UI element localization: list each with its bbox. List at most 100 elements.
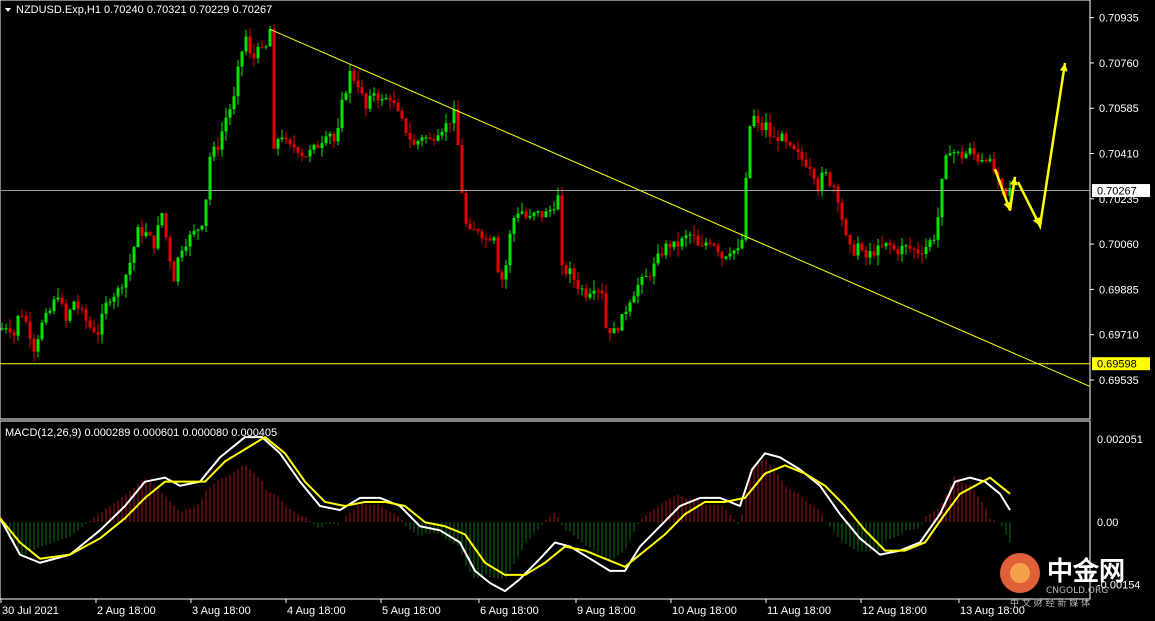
candle	[884, 242, 888, 250]
candle-body	[812, 168, 816, 179]
candle	[988, 154, 992, 163]
candle	[148, 230, 152, 236]
x-tick-label: 12 Aug 18:00	[862, 605, 927, 617]
trendline	[269, 28, 1091, 387]
candle-body	[880, 245, 884, 247]
candle-body	[216, 146, 220, 150]
candle	[288, 137, 292, 148]
candle-body	[516, 213, 520, 218]
candle-body	[656, 253, 660, 264]
candle	[500, 269, 504, 288]
candle	[548, 205, 552, 218]
candle-body	[344, 93, 348, 100]
candle	[484, 232, 488, 249]
candle	[48, 307, 52, 315]
candle	[552, 201, 556, 215]
forecast-arrow-2	[1016, 62, 1067, 231]
candle-body	[688, 234, 692, 236]
candle-body	[532, 212, 536, 216]
candle	[564, 262, 568, 279]
candle-body	[720, 251, 724, 259]
candle	[752, 109, 756, 129]
x-tick-label: 3 Aug 18:00	[192, 605, 251, 617]
candle	[80, 305, 84, 314]
candle-body	[640, 276, 644, 285]
axes-layer: 0.709350.707600.705850.704100.702350.700…	[0, 13, 1143, 617]
candle-body	[568, 268, 572, 275]
candle-body	[8, 328, 12, 333]
candle	[836, 184, 840, 213]
candle	[592, 280, 596, 301]
candle	[400, 107, 404, 122]
support-price-label: 0.69598	[1097, 359, 1137, 371]
candle	[912, 246, 916, 258]
candle	[240, 50, 244, 77]
x-tick-label: 4 Aug 18:00	[287, 605, 346, 617]
candle-body	[620, 314, 624, 331]
candle	[692, 225, 696, 244]
candle	[576, 271, 580, 295]
y-tick-label: 0.69885	[1099, 284, 1139, 296]
candle	[976, 151, 980, 166]
candle-body	[764, 122, 768, 131]
candle-body	[484, 238, 488, 240]
candle	[212, 141, 216, 162]
y-tick-label: 0.70935	[1099, 13, 1139, 25]
candle-body	[856, 243, 860, 256]
candle	[364, 92, 368, 116]
candle	[804, 152, 808, 169]
candle-body	[140, 227, 144, 237]
candle	[716, 242, 720, 257]
candle-body	[828, 172, 832, 186]
candle-body	[352, 70, 356, 81]
candle	[852, 240, 856, 257]
candle	[420, 134, 424, 147]
candle-body	[884, 242, 888, 247]
candle-body	[220, 131, 224, 150]
candle-body	[948, 153, 952, 156]
candle-body	[712, 243, 716, 246]
candle	[816, 175, 820, 196]
y-tick-label: 0.70060	[1099, 239, 1139, 251]
dropdown-arrow-icon[interactable]	[5, 8, 11, 12]
y-tick-label: 0.69710	[1099, 330, 1139, 342]
candle-body	[340, 99, 344, 128]
candle-body	[944, 155, 948, 179]
candle	[424, 135, 428, 144]
candle-body	[900, 245, 904, 255]
candle-body	[192, 230, 196, 235]
candle-body	[980, 159, 984, 162]
candle	[296, 145, 300, 158]
candle	[812, 166, 816, 185]
candle	[392, 90, 396, 108]
x-tick-label: 6 Aug 18:00	[480, 605, 539, 617]
candle	[828, 171, 832, 188]
candle	[300, 148, 304, 162]
macd-layer	[0, 436, 1011, 593]
x-tick-label: 9 Aug 18:00	[577, 605, 636, 617]
candle-body	[760, 122, 764, 131]
candle-body	[132, 247, 136, 263]
candle	[440, 128, 444, 140]
candle-body	[648, 276, 652, 278]
candle-body	[784, 133, 788, 143]
candle	[612, 321, 616, 334]
candle-body	[152, 235, 156, 249]
candle-body	[68, 309, 72, 321]
candle	[180, 245, 184, 262]
candle	[780, 130, 784, 142]
candle	[20, 308, 24, 318]
candle-body	[120, 287, 124, 289]
candle	[88, 315, 92, 331]
candle	[244, 29, 248, 56]
candle-body	[952, 152, 956, 154]
macd-line	[0, 436, 1011, 593]
candle	[620, 313, 624, 331]
candle-body	[524, 211, 528, 218]
candle-body	[772, 136, 776, 138]
candle	[660, 246, 664, 259]
candle-body	[748, 126, 752, 178]
candle-body	[368, 95, 372, 109]
candle	[352, 67, 356, 85]
candle-body	[820, 172, 824, 192]
